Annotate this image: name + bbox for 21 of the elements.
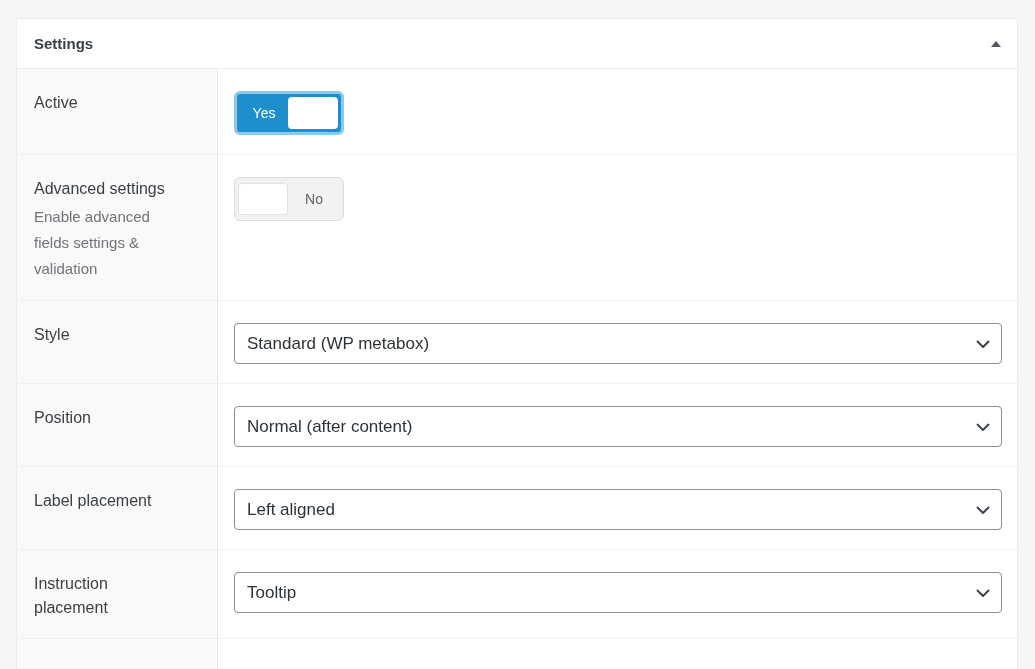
select-field[interactable]: Normal (after content) (234, 406, 1002, 447)
field-label: Label placement (34, 491, 153, 511)
panel-title: Settings (34, 35, 94, 52)
field-label: Position (34, 408, 92, 428)
switch-knob-icon[interactable] (288, 97, 338, 129)
chevron-down-icon[interactable] (976, 422, 990, 431)
field-label: Active (34, 93, 79, 113)
select-field[interactable]: Left aligned (234, 489, 1002, 530)
field-description: Enable advanced fields settings & validation (34, 207, 151, 279)
caret-icon[interactable] (991, 40, 1001, 47)
switch-knob-icon[interactable] (238, 183, 288, 215)
field-label: Instruction placement (34, 574, 109, 618)
chevron-down-icon[interactable] (976, 339, 990, 348)
chevron-down-icon[interactable] (976, 588, 990, 597)
chevron-down-icon[interactable] (976, 505, 990, 514)
toggle-switch[interactable]: No (234, 177, 344, 221)
select-field[interactable]: Standard (WP metabox) (234, 323, 1002, 364)
select-field[interactable]: Tooltip (234, 572, 1002, 613)
field-label: Style (34, 325, 71, 345)
toggle-switch[interactable]: Yes (234, 91, 344, 135)
field-label: Advanced settings (34, 179, 166, 199)
